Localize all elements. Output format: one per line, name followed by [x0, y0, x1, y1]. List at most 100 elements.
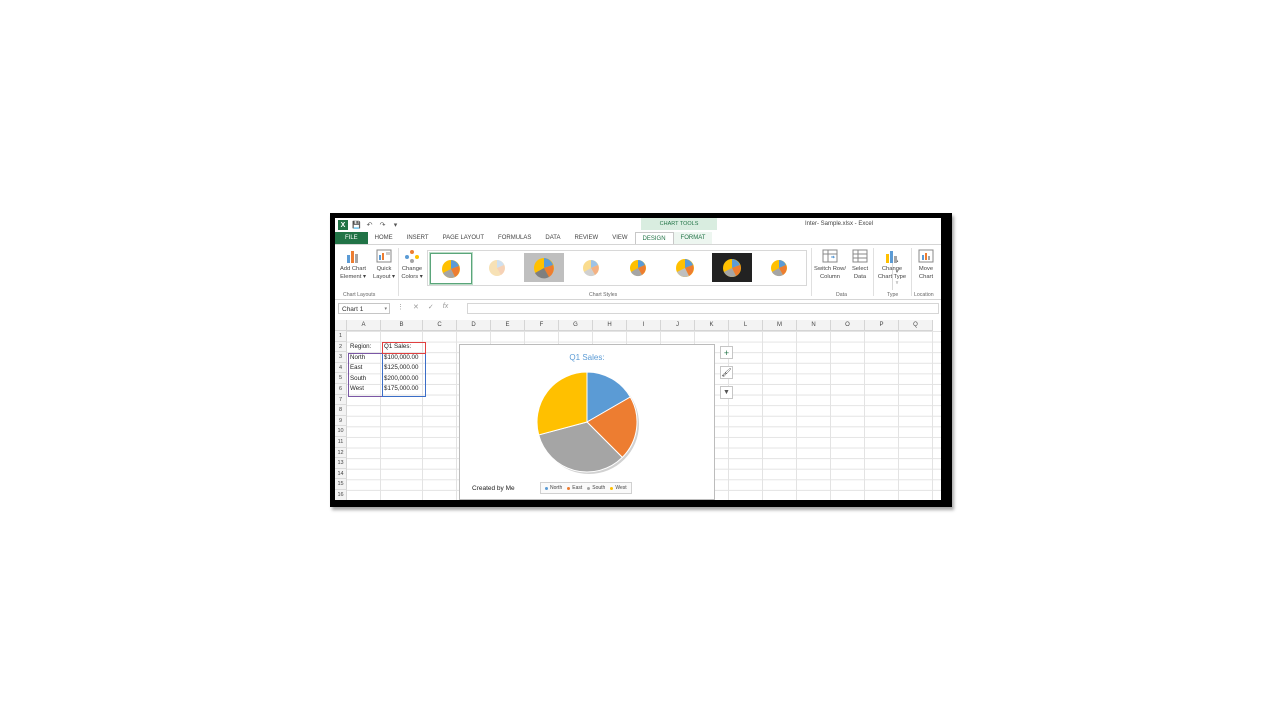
chart-styles-brush-icon[interactable]: 🖌 [720, 366, 733, 379]
chart-filters-icon[interactable]: ▼ [720, 386, 733, 399]
column-header-c[interactable]: C [423, 320, 457, 331]
row-header-16[interactable]: 16 [335, 490, 347, 500]
value-range-highlight [382, 352, 426, 397]
chart-style-4[interactable] [571, 253, 611, 282]
column-header-f[interactable]: F [525, 320, 559, 331]
worksheet-grid[interactable]: ABCDEFGHIJKLMNOPQ 1 2 3 4 5 6 7 8 9 10 11 12 13 14 15 1… [335, 320, 941, 500]
tab-design[interactable]: DESIGN [634, 232, 674, 244]
column-header-j[interactable]: J [661, 320, 695, 331]
row-header-14[interactable]: 14 [335, 468, 347, 480]
tab-data[interactable]: DATA [538, 232, 567, 244]
window-title: Inter- Sample.xlsx - Excel [805, 221, 874, 227]
legend-marker [567, 486, 571, 490]
column-header-k[interactable]: K [695, 320, 729, 331]
column-header-l[interactable]: L [729, 320, 763, 331]
row-header-5[interactable]: 5 [335, 373, 347, 384]
column-header-i[interactable]: I [627, 320, 661, 331]
change-chart-type-button[interactable]: Change Chart Type [875, 249, 909, 281]
customize-toolbar-icon[interactable]: ▾ [391, 221, 400, 229]
bar-chart-icon [345, 249, 361, 263]
cancel-icon[interactable]: ✕ [413, 303, 419, 311]
legend-label: South [592, 485, 606, 491]
pie-chart-plot [536, 371, 639, 474]
column-header-q[interactable]: Q [899, 320, 933, 331]
row-header-1[interactable]: 1 [335, 331, 347, 342]
row-header-13[interactable]: 13 [335, 458, 347, 469]
group-label-data: Data [836, 292, 847, 298]
column-header-o[interactable]: O [831, 320, 865, 331]
row-header-6[interactable]: 6 [335, 384, 347, 395]
redo-icon[interactable]: ↷ [378, 221, 387, 229]
quick-access-toolbar: X 💾 ↶ ↷ ▾ [338, 220, 400, 230]
row-header-3[interactable]: 3 [335, 352, 347, 363]
chart-style-8[interactable] [759, 253, 799, 282]
row-header-4[interactable]: 4 [335, 362, 347, 374]
legend-item-east[interactable]: East [567, 485, 582, 491]
tab-home[interactable]: HOME [368, 232, 400, 244]
row-header-12[interactable]: 12 [335, 447, 347, 459]
ribbon: Add Chart Element ▾ Quick Layout ▾ Chart… [335, 244, 941, 300]
series-name-highlight [382, 342, 426, 354]
group-separator [873, 248, 874, 296]
select-data-button[interactable]: Select Data [849, 249, 871, 281]
select-all-corner[interactable] [335, 320, 347, 331]
chart-credit-text[interactable]: Created by Me [472, 485, 515, 492]
chart-elements-button[interactable]: + [720, 346, 733, 359]
row-header-11[interactable]: 11 [335, 437, 347, 448]
column-header-h[interactable]: H [593, 320, 627, 331]
chart-legend[interactable]: North East South West [540, 482, 632, 494]
chart-style-1[interactable] [429, 252, 473, 285]
chart-style-6[interactable] [665, 253, 705, 282]
move-chart-button[interactable]: Move Chart [913, 249, 939, 281]
column-header-p[interactable]: P [865, 320, 899, 331]
tab-review[interactable]: REVIEW [568, 232, 606, 244]
chart-style-7[interactable] [712, 253, 752, 282]
legend-item-north[interactable]: North [545, 485, 562, 491]
chevron-down-icon[interactable]: ▾ [384, 304, 387, 315]
cell-a2[interactable]: Region: [348, 342, 382, 352]
undo-icon[interactable]: ↶ [365, 221, 374, 229]
row-header-2[interactable]: 2 [335, 341, 347, 353]
chart-style-5[interactable] [618, 253, 658, 282]
tab-insert[interactable]: INSERT [400, 232, 436, 244]
column-gridline [830, 331, 831, 500]
column-header-m[interactable]: M [763, 320, 797, 331]
excel-logo-icon: X [338, 220, 348, 230]
move-chart-label-2: Chart [918, 274, 934, 280]
row-header-7[interactable]: 7 [335, 394, 347, 406]
column-header-g[interactable]: G [559, 320, 593, 331]
name-box[interactable]: Chart 1 ▾ [338, 303, 390, 314]
row-header-8[interactable]: 8 [335, 405, 347, 416]
save-icon[interactable]: 💾 [352, 221, 361, 229]
add-chart-element-button[interactable]: Add Chart Element ▾ [338, 249, 368, 281]
switch-row-column-button[interactable]: Switch Row/ Column [813, 249, 847, 281]
enter-icon[interactable]: ✓ [428, 303, 434, 311]
quick-layout-button[interactable]: Quick Layout ▾ [371, 249, 397, 281]
chart-style-3[interactable] [524, 253, 564, 282]
legend-item-south[interactable]: South [587, 485, 605, 491]
excel-window: X 💾 ↶ ↷ ▾ CHART TOOLS Inter- Sample.xlsx… [335, 218, 941, 500]
row-header-9[interactable]: 9 [335, 415, 347, 427]
legend-item-west[interactable]: West [610, 485, 627, 491]
tab-page-layout[interactable]: PAGE LAYOUT [436, 232, 491, 244]
pie-chart[interactable]: Q1 Sales: Created by Me North East South We… [459, 344, 715, 500]
add-chart-element-label-2: Element ▾ [340, 274, 366, 280]
column-header-b[interactable]: B [381, 320, 423, 331]
tab-format[interactable]: FORMAT [673, 232, 713, 244]
column-header-a[interactable]: A [347, 320, 381, 331]
fx-icon[interactable]: fx [443, 303, 448, 311]
switch-row-column-label-2: Column [820, 274, 840, 280]
change-colors-button[interactable]: Change Colors ▾ [399, 249, 425, 281]
row-header-10[interactable]: 10 [335, 426, 347, 437]
formula-input[interactable] [467, 303, 939, 314]
tab-file[interactable]: FILE [335, 232, 368, 244]
name-box-value: Chart 1 [342, 306, 364, 313]
group-label-chart-layouts: Chart Layouts [343, 292, 376, 298]
column-header-e[interactable]: E [491, 320, 525, 331]
tab-formulas[interactable]: FORMULAS [491, 232, 538, 244]
tab-view[interactable]: VIEW [605, 232, 634, 244]
column-header-n[interactable]: N [797, 320, 831, 331]
row-header-15[interactable]: 15 [335, 479, 347, 490]
column-header-d[interactable]: D [457, 320, 491, 331]
chart-style-2[interactable] [477, 253, 517, 282]
